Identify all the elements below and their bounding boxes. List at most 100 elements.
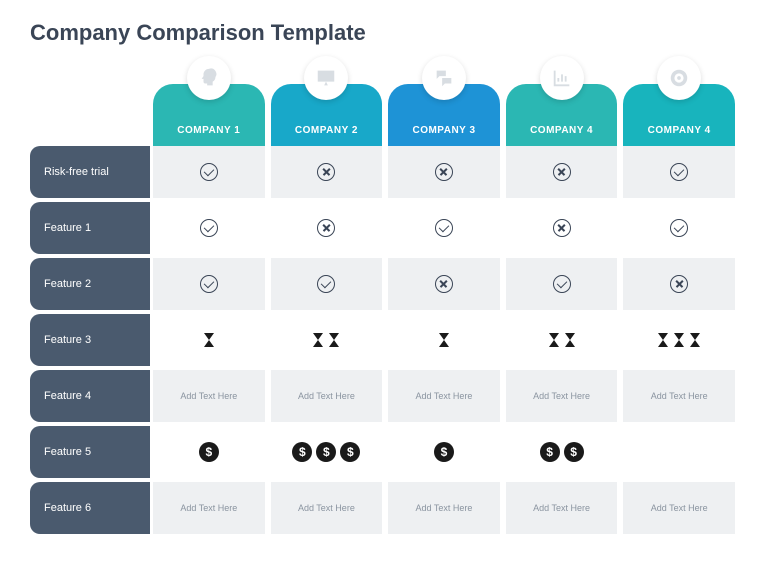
head-icon xyxy=(187,56,231,100)
target-icon xyxy=(657,56,701,100)
cell: $$$ xyxy=(271,426,383,478)
column-label: COMPANY 4 xyxy=(530,125,593,136)
check-icon xyxy=(670,219,688,237)
cross-icon xyxy=(435,275,453,293)
cell: $ xyxy=(153,426,265,478)
cross-icon xyxy=(670,275,688,293)
cell: Add Text Here xyxy=(623,482,735,534)
column-label: COMPANY 4 xyxy=(648,125,711,136)
cell xyxy=(388,146,500,198)
row-label: Feature 2 xyxy=(30,258,150,310)
cell: Add Text Here xyxy=(153,370,265,422)
column-label: COMPANY 1 xyxy=(177,125,240,136)
cross-icon xyxy=(317,219,335,237)
hourglass-icon xyxy=(674,333,684,347)
column-header: COMPANY 4 xyxy=(623,56,735,146)
cross-icon xyxy=(553,163,571,181)
row-label: Risk-free trial xyxy=(30,146,150,198)
dollar-icon: $ xyxy=(199,442,219,462)
cell xyxy=(271,202,383,254)
page-title: Company Comparison Template xyxy=(30,20,738,46)
cell xyxy=(506,202,618,254)
cell xyxy=(506,258,618,310)
cell xyxy=(153,202,265,254)
hourglass-icon xyxy=(439,333,449,347)
board-icon xyxy=(304,56,348,100)
column-header: COMPANY 3 xyxy=(388,56,500,146)
cell xyxy=(271,146,383,198)
cell: Add Text Here xyxy=(271,482,383,534)
row-label: Feature 3 xyxy=(30,314,150,366)
cell-text: Add Text Here xyxy=(298,503,355,513)
cell: $ xyxy=(388,426,500,478)
cell xyxy=(623,146,735,198)
cell xyxy=(506,314,618,366)
hourglass-icon xyxy=(549,333,559,347)
cell-text: Add Text Here xyxy=(180,391,237,401)
cell xyxy=(271,258,383,310)
cell xyxy=(153,314,265,366)
dollar-icon: $ xyxy=(316,442,336,462)
cell-text: Add Text Here xyxy=(651,503,708,513)
hourglass-icon xyxy=(204,333,214,347)
check-icon xyxy=(200,163,218,181)
column-header: COMPANY 1 xyxy=(153,56,265,146)
cross-icon xyxy=(435,163,453,181)
cell xyxy=(388,314,500,366)
cell xyxy=(506,146,618,198)
cell xyxy=(388,202,500,254)
cell: Add Text Here xyxy=(388,370,500,422)
dollar-icon: $ xyxy=(564,442,584,462)
cell-text: Add Text Here xyxy=(416,503,473,513)
cell: Add Text Here xyxy=(506,482,618,534)
cell: $$ xyxy=(506,426,618,478)
hourglass-icon xyxy=(329,333,339,347)
dollar-icon: $ xyxy=(540,442,560,462)
row-label: Feature 1 xyxy=(30,202,150,254)
hourglass-icon xyxy=(658,333,668,347)
row-label: Feature 6 xyxy=(30,482,150,534)
row-label: Feature 4 xyxy=(30,370,150,422)
column-header: COMPANY 4 xyxy=(506,56,618,146)
dollar-icon: $ xyxy=(434,442,454,462)
row-label: Feature 5 xyxy=(30,426,150,478)
hourglass-icon xyxy=(313,333,323,347)
hourglass-icon xyxy=(690,333,700,347)
cell-text: Add Text Here xyxy=(651,391,708,401)
cell: Add Text Here xyxy=(623,370,735,422)
check-icon xyxy=(317,275,335,293)
cell: Add Text Here xyxy=(271,370,383,422)
check-icon xyxy=(200,275,218,293)
dollar-icon: $ xyxy=(340,442,360,462)
column-label: COMPANY 3 xyxy=(412,125,475,136)
chat-icon xyxy=(422,56,466,100)
cell xyxy=(153,258,265,310)
cell xyxy=(623,258,735,310)
cell-text: Add Text Here xyxy=(416,391,473,401)
check-icon xyxy=(553,275,571,293)
cell: Add Text Here xyxy=(506,370,618,422)
cell-text: Add Text Here xyxy=(298,391,355,401)
cross-icon xyxy=(317,163,335,181)
cell xyxy=(271,314,383,366)
chart-icon xyxy=(540,56,584,100)
cross-icon xyxy=(553,219,571,237)
cell: Add Text Here xyxy=(153,482,265,534)
cell: Add Text Here xyxy=(388,482,500,534)
cell-text: Add Text Here xyxy=(533,391,590,401)
cell xyxy=(388,258,500,310)
cell xyxy=(623,426,735,478)
check-icon xyxy=(435,219,453,237)
check-icon xyxy=(200,219,218,237)
hourglass-icon xyxy=(565,333,575,347)
column-header: COMPANY 2 xyxy=(271,56,383,146)
dollar-icon: $ xyxy=(292,442,312,462)
cell-text: Add Text Here xyxy=(180,503,237,513)
cell xyxy=(623,314,735,366)
cell xyxy=(153,146,265,198)
cell xyxy=(623,202,735,254)
column-label: COMPANY 2 xyxy=(295,125,358,136)
cell-text: Add Text Here xyxy=(533,503,590,513)
check-icon xyxy=(670,163,688,181)
comparison-grid: COMPANY 1 COMPANY 2 COMPANY 3 COMPANY 4 COMP… xyxy=(30,56,738,538)
